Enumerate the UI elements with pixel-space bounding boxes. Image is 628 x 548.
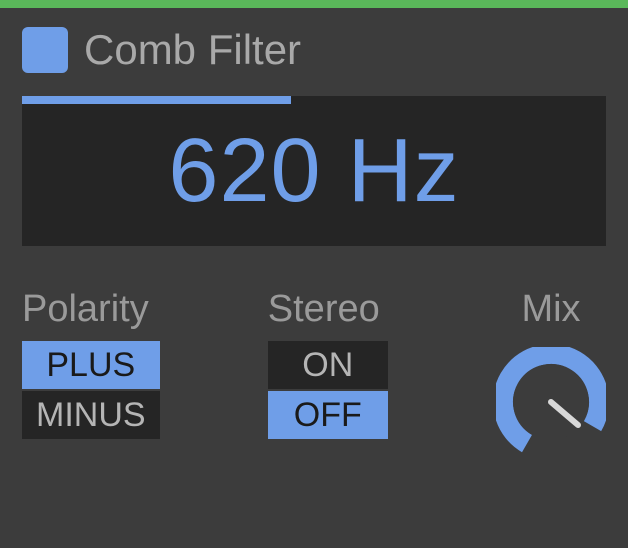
stereo-toggle[interactable]: ON OFF [268, 341, 388, 439]
stereo-label: Stereo [268, 288, 388, 331]
mix-control: Mix [496, 288, 606, 462]
panel-title: Comb Filter [84, 26, 301, 74]
mix-label: Mix [521, 288, 580, 331]
window-top-accent [0, 0, 628, 8]
frequency-fill-bar [22, 96, 291, 104]
polarity-option-minus[interactable]: MINUS [22, 391, 160, 439]
knob-icon [496, 347, 606, 457]
controls-row: Polarity PLUS MINUS Stereo ON OFF Mix [22, 288, 606, 462]
frequency-display[interactable]: 620 Hz [22, 96, 606, 246]
frequency-value: 620 Hz [168, 120, 459, 223]
stereo-control: Stereo ON OFF [268, 288, 388, 439]
stereo-option-on[interactable]: ON [268, 341, 388, 389]
header: Comb Filter [22, 26, 606, 74]
enable-toggle[interactable] [22, 27, 68, 73]
polarity-label: Polarity [22, 288, 160, 331]
mix-knob[interactable] [496, 347, 606, 462]
comb-filter-panel: Comb Filter 620 Hz Polarity PLUS MINUS S… [0, 8, 628, 484]
stereo-option-off[interactable]: OFF [268, 391, 388, 439]
polarity-toggle[interactable]: PLUS MINUS [22, 341, 160, 439]
polarity-option-plus[interactable]: PLUS [22, 341, 160, 389]
polarity-control: Polarity PLUS MINUS [22, 288, 160, 439]
